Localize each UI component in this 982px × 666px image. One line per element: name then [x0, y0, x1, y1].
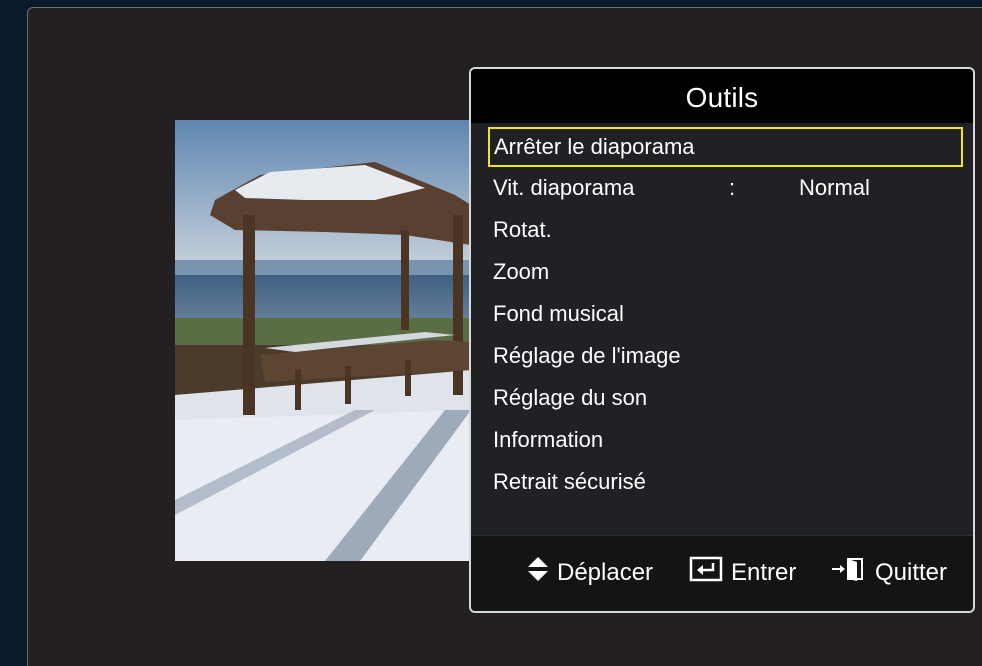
enter-hint: Entrer: [689, 556, 797, 590]
menu-item-stop-slideshow[interactable]: Arrêter le diaporama: [488, 127, 963, 167]
slideshow-photo: [175, 120, 471, 561]
menu-item-rotate[interactable]: Rotat.: [471, 209, 973, 251]
panel-title: Outils: [471, 69, 973, 123]
menu-item-zoom[interactable]: Zoom: [471, 251, 973, 293]
menu-item-label: Vit. diaporama: [493, 175, 635, 200]
menu-item-label: Retrait sécurisé: [493, 469, 646, 494]
enter-label: Entrer: [731, 559, 797, 586]
tools-menu: Arrêter le diaporama Vit. diaporama : No…: [471, 123, 973, 503]
beach-hut-image: [175, 120, 471, 561]
move-label: Déplacer: [557, 559, 654, 586]
tools-panel: Outils Arrêter le diaporama Vit. diapora…: [469, 67, 975, 613]
menu-item-label: Réglage du son: [493, 385, 648, 410]
menu-item-label: Information: [493, 427, 604, 452]
menu-item-label: Arrêter le diaporama: [494, 134, 695, 159]
menu-item-information[interactable]: Information: [471, 419, 973, 461]
exit-door-icon: [831, 556, 867, 590]
value-separator: :: [729, 175, 736, 200]
menu-item-picture-settings[interactable]: Réglage de l'image: [471, 335, 973, 377]
menu-item-safe-remove[interactable]: Retrait sécurisé: [471, 461, 973, 503]
menu-item-label: Zoom: [493, 259, 550, 284]
panel-footer: Déplacer Entrer Quitter: [471, 535, 973, 611]
menu-item-label: Fond musical: [493, 301, 624, 326]
move-hint: Déplacer: [527, 557, 654, 588]
up-down-arrow-icon: [527, 554, 549, 592]
exit-label: Quitter: [875, 559, 948, 586]
exit-hint: Quitter: [831, 558, 947, 588]
menu-item-slideshow-speed[interactable]: Vit. diaporama : Normal: [471, 167, 973, 209]
menu-item-background-music[interactable]: Fond musical: [471, 293, 973, 335]
slideshow-speed-value: Normal: [799, 175, 870, 200]
enter-key-icon: [689, 556, 723, 590]
menu-item-sound-settings[interactable]: Réglage du son: [471, 377, 973, 419]
menu-item-label: Rotat.: [493, 217, 552, 242]
menu-item-label: Réglage de l'image: [493, 343, 681, 368]
